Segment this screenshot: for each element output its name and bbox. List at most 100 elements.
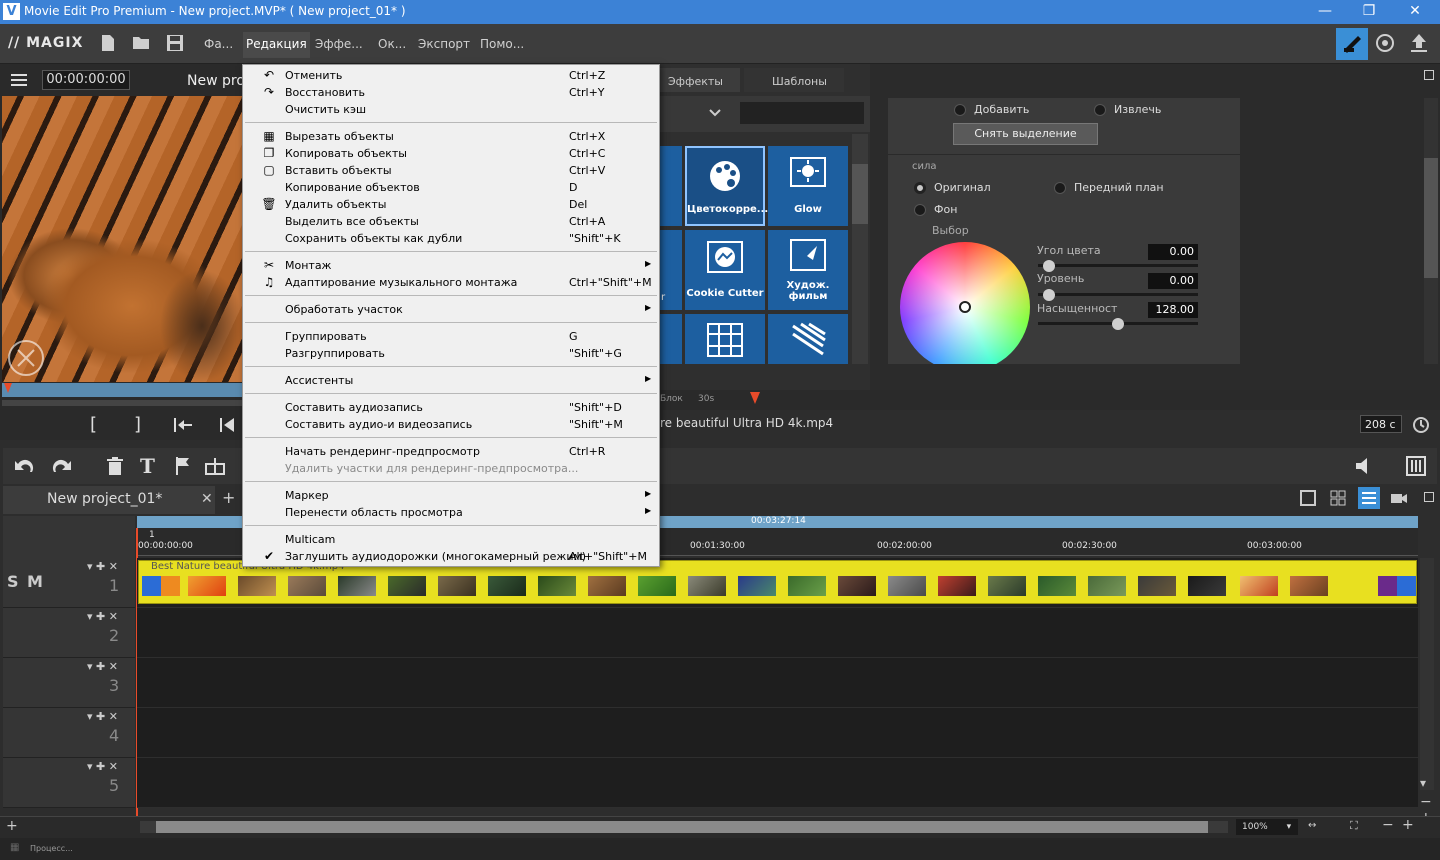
horizontal-scrollbar-thumb[interactable] <box>156 821 1208 833</box>
level-slider[interactable] <box>1038 293 1198 296</box>
new-file-icon[interactable] <box>100 34 120 54</box>
menu-item[interactable]: Начать рендеринг-предпросмотр Ctrl+R <box>243 443 659 460</box>
properties-scrollbar[interactable] <box>1424 98 1438 364</box>
level-slider-knob[interactable] <box>1043 289 1055 301</box>
maximize-panel-icon[interactable] <box>1424 70 1434 80</box>
tab-templates[interactable]: Шаблоны <box>744 68 844 92</box>
menu-item[interactable]: ❐ Копировать объекты Ctrl+C <box>243 145 659 162</box>
menu-item[interactable]: Группировать G <box>243 328 659 345</box>
track-controls-icon[interactable]: ▾ ✚ ✕ <box>87 610 118 623</box>
track-lane-5[interactable] <box>137 758 1418 808</box>
effect-glow[interactable]: Glow <box>768 146 848 226</box>
effect-cell-partial[interactable] <box>660 314 682 364</box>
menu-item[interactable]: Копирование объектов D <box>243 179 659 196</box>
zoom-out-icon[interactable]: − <box>1382 817 1394 833</box>
menu-item[interactable]: 🗑 Удалить объекты Del <box>243 196 659 213</box>
undo-icon[interactable] <box>12 456 36 476</box>
menu-item[interactable]: Составить аудиозапись "Shift"+D <box>243 399 659 416</box>
upload-icon[interactable] <box>1408 32 1430 54</box>
menu-item[interactable]: ▢ Вставить объекты Ctrl+V <box>243 162 659 179</box>
menu-window[interactable]: Ок... <box>378 37 406 51</box>
zoom-out-vertical-icon[interactable]: − <box>1420 794 1432 810</box>
title-text-icon[interactable]: T <box>140 454 155 478</box>
go-to-start-icon[interactable] <box>172 417 194 433</box>
menu-item[interactable]: ↶ Отменить Ctrl+Z <box>243 67 659 84</box>
redo-icon[interactable] <box>50 456 74 476</box>
disc-icon[interactable] <box>1375 33 1395 53</box>
effect-color-correction[interactable]: Цветокорре... <box>685 146 768 226</box>
chevron-down-icon[interactable] <box>708 106 722 120</box>
track-lane-3[interactable] <box>137 658 1418 708</box>
track-controls-icon[interactable]: ▾ ✚ ✕ <box>87 760 118 773</box>
close-tab-icon[interactable]: ✕ <box>201 491 213 507</box>
menu-item[interactable]: ♫ Адаптирование музыкального монтажа Ctrl+… <box>243 274 659 291</box>
effect-grid-warp[interactable] <box>685 314 765 364</box>
color-wheel-handle[interactable] <box>959 301 971 313</box>
marker-flag-icon[interactable] <box>174 456 190 476</box>
track-lane-2[interactable] <box>137 608 1418 658</box>
previous-frame-icon[interactable] <box>218 417 236 433</box>
color-wheel[interactable] <box>900 242 1030 364</box>
minimize-button[interactable]: — <box>1302 0 1348 24</box>
horizontal-scrollbar[interactable] <box>140 821 1228 833</box>
edit-mode-button[interactable] <box>1336 28 1368 60</box>
hue-slider[interactable] <box>1038 264 1198 267</box>
saturation-value[interactable]: 128.00 <box>1148 302 1198 318</box>
split-clip-icon[interactable] <box>204 456 226 476</box>
menu-item[interactable]: Составить аудио-и видеозапись "Shift"+M <box>243 416 659 433</box>
fit-width-icon[interactable]: ↔ <box>1308 820 1316 831</box>
zoom-in-icon[interactable]: + <box>1402 817 1414 833</box>
speaker-icon[interactable] <box>1354 456 1376 476</box>
zoom-select[interactable]: 100% ▾ <box>1236 819 1298 835</box>
original-radio[interactable] <box>914 182 926 194</box>
track-controls-icon[interactable]: ▾ ✚ ✕ <box>87 710 118 723</box>
menu-item[interactable]: ✂ Монтаж ▶ <box>243 257 659 274</box>
level-value[interactable]: 0.00 <box>1148 273 1198 289</box>
scroll-down-icon[interactable]: ▾ <box>1420 776 1426 790</box>
mini-playhead-icon[interactable] <box>750 392 760 404</box>
timecode-display[interactable]: 00:00:00:00 <box>42 70 130 90</box>
menu-item[interactable]: Разгруппировать "Shift"+G <box>243 345 659 362</box>
effect-art-film[interactable]: Худож. фильм <box>768 230 848 310</box>
restore-button[interactable]: ❐ <box>1346 0 1392 24</box>
menu-item[interactable]: Multicam <box>243 531 659 548</box>
mark-out-button[interactable]: ] <box>134 414 141 435</box>
track-controls-icon[interactable]: ▾ ✚ ✕ <box>87 560 118 573</box>
effect-cookie-cutter[interactable]: Cookie Cutter <box>685 230 765 310</box>
menu-export[interactable]: Экспорт <box>418 37 470 51</box>
saturation-slider-knob[interactable] <box>1112 318 1124 330</box>
effect-cell-partial[interactable]: r <box>660 230 682 310</box>
extract-radio[interactable] <box>1094 104 1106 116</box>
menu-item[interactable]: Сохранить объекты как дубли "Shift"+K <box>243 230 659 247</box>
background-radio[interactable] <box>914 204 926 216</box>
hamburger-menu-icon[interactable] <box>11 73 27 87</box>
project-tab[interactable]: New project_01* ✕ <box>3 486 215 514</box>
layout-timeline-icon[interactable] <box>1358 487 1380 509</box>
mute-button[interactable]: M <box>27 572 43 591</box>
effects-scrollbar[interactable] <box>852 134 868 364</box>
add-radio[interactable] <box>954 104 966 116</box>
menu-item[interactable]: Очистить кэш <box>243 101 659 118</box>
menu-item[interactable]: Маркер ▶ <box>243 487 659 504</box>
mark-in-button[interactable]: [ <box>90 414 97 435</box>
menu-effects[interactable]: Эффе... <box>315 37 363 51</box>
add-track-icon[interactable]: + <box>6 818 18 834</box>
preview-scrollbar[interactable] <box>2 400 242 406</box>
timeline-vertical-scrollbar[interactable] <box>1420 558 1434 790</box>
effect-cell-partial[interactable] <box>660 146 682 226</box>
menu-help[interactable]: Помо... <box>480 37 524 51</box>
mixer-icon[interactable] <box>1406 456 1426 476</box>
maximize-timeline-icon[interactable] <box>1424 492 1434 502</box>
preview-scrub-bar[interactable] <box>2 383 242 397</box>
effects-scrollbar-thumb[interactable] <box>852 164 868 224</box>
deselect-button[interactable]: Снять выделение <box>953 123 1098 145</box>
add-tab-icon[interactable]: + <box>222 488 235 507</box>
menu-item[interactable]: Обработать участок ▶ <box>243 301 659 318</box>
layout-single-icon[interactable] <box>1300 490 1316 506</box>
trash-icon[interactable] <box>106 456 124 476</box>
effect-stripes[interactable] <box>768 314 848 364</box>
menu-item[interactable]: Выделить все объекты Ctrl+A <box>243 213 659 230</box>
track-lane-4[interactable] <box>137 708 1418 758</box>
layout-grid-icon[interactable] <box>1330 490 1346 506</box>
hue-value[interactable]: 0.00 <box>1148 244 1198 260</box>
